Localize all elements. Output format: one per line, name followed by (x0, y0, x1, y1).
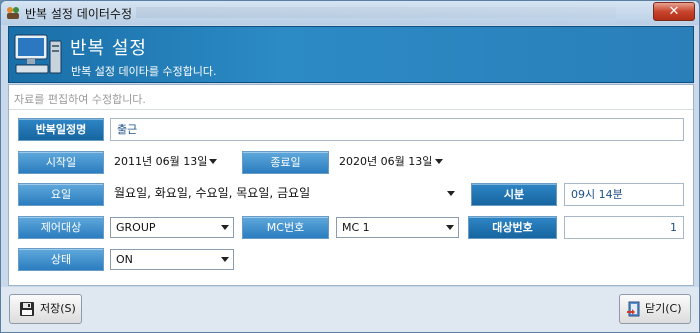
chevron-down-icon (221, 257, 229, 262)
chevron-down-icon (221, 225, 229, 230)
control-target-value: GROUP (116, 221, 156, 234)
end-date-label: 종료일 (242, 151, 329, 174)
start-date-value: 2011년 06월 13일 (114, 155, 208, 168)
banner-subtitle: 반복 설정 데이타를 수정합니다. (71, 65, 217, 78)
days-value: 월요일, 화요일, 수요일, 목요일, 금요일 (114, 186, 311, 200)
start-date-label: 시작일 (18, 151, 104, 174)
mc-number-label: MC번호 (242, 216, 329, 239)
name-label: 반복일정명 (18, 118, 104, 141)
days-select[interactable]: 월요일, 화요일, 수요일, 목요일, 금요일 (109, 184, 459, 205)
end-date-value: 2020년 06월 13일 (339, 155, 433, 168)
banner-title: 반복 설정 (70, 38, 147, 59)
title-bar[interactable]: 반복 설정 데이터수정 ✕ (1, 1, 699, 25)
status-label: 상태 (18, 248, 104, 271)
end-date-picker[interactable]: 2020년 06월 13일 (334, 152, 447, 173)
target-number-label: 대상번호 (468, 216, 557, 239)
close-button[interactable]: 닫기(C) (619, 294, 691, 324)
time-field[interactable]: 09시 14분 (564, 183, 684, 206)
close-button-label: 닫기(C) (645, 302, 682, 315)
window-close-button[interactable]: ✕ (653, 2, 695, 21)
form-panel: 자료를 편집하여 수정합니다. 반복일정명 출근 시작일 2011년 06월 1… (8, 84, 694, 286)
save-button[interactable]: 저장(S) (9, 294, 82, 324)
exit-door-icon (627, 301, 640, 317)
chevron-down-icon (446, 225, 454, 230)
dialog-window: 반복 설정 데이터수정 ✕ 반복 설정 반복 설정 데이타를 수정합니다. 자료… (0, 0, 700, 333)
status-select[interactable]: ON (110, 249, 234, 270)
title-background-blur (136, 7, 616, 18)
hint-text: 자료를 편집하여 수정합니다. (14, 93, 146, 106)
control-target-label: 제어대상 (18, 216, 104, 239)
status-value: ON (116, 253, 133, 266)
window-title: 반복 설정 데이터수정 (25, 7, 132, 21)
divider (9, 109, 693, 110)
start-date-picker[interactable]: 2011년 06월 13일 (109, 152, 221, 173)
days-label: 요일 (18, 183, 104, 206)
computer-icon (14, 34, 62, 74)
control-target-select[interactable]: GROUP (110, 217, 234, 238)
app-icon (7, 7, 19, 19)
footer-bar: 저장(S) 닫기(C) (1, 287, 699, 332)
chevron-down-icon (435, 159, 443, 164)
name-field[interactable]: 출근 (110, 118, 684, 141)
header-banner: 반복 설정 반복 설정 데이타를 수정합니다. (8, 26, 694, 83)
chevron-down-icon (209, 159, 217, 164)
floppy-disk-icon (20, 302, 34, 316)
mc-number-select[interactable]: MC 1 (336, 217, 459, 238)
target-number-field[interactable]: 1 (564, 216, 684, 239)
save-button-label: 저장(S) (40, 302, 76, 315)
time-label: 시분 (471, 183, 557, 206)
chevron-down-icon (447, 191, 455, 196)
mc-number-value: MC 1 (342, 221, 370, 234)
